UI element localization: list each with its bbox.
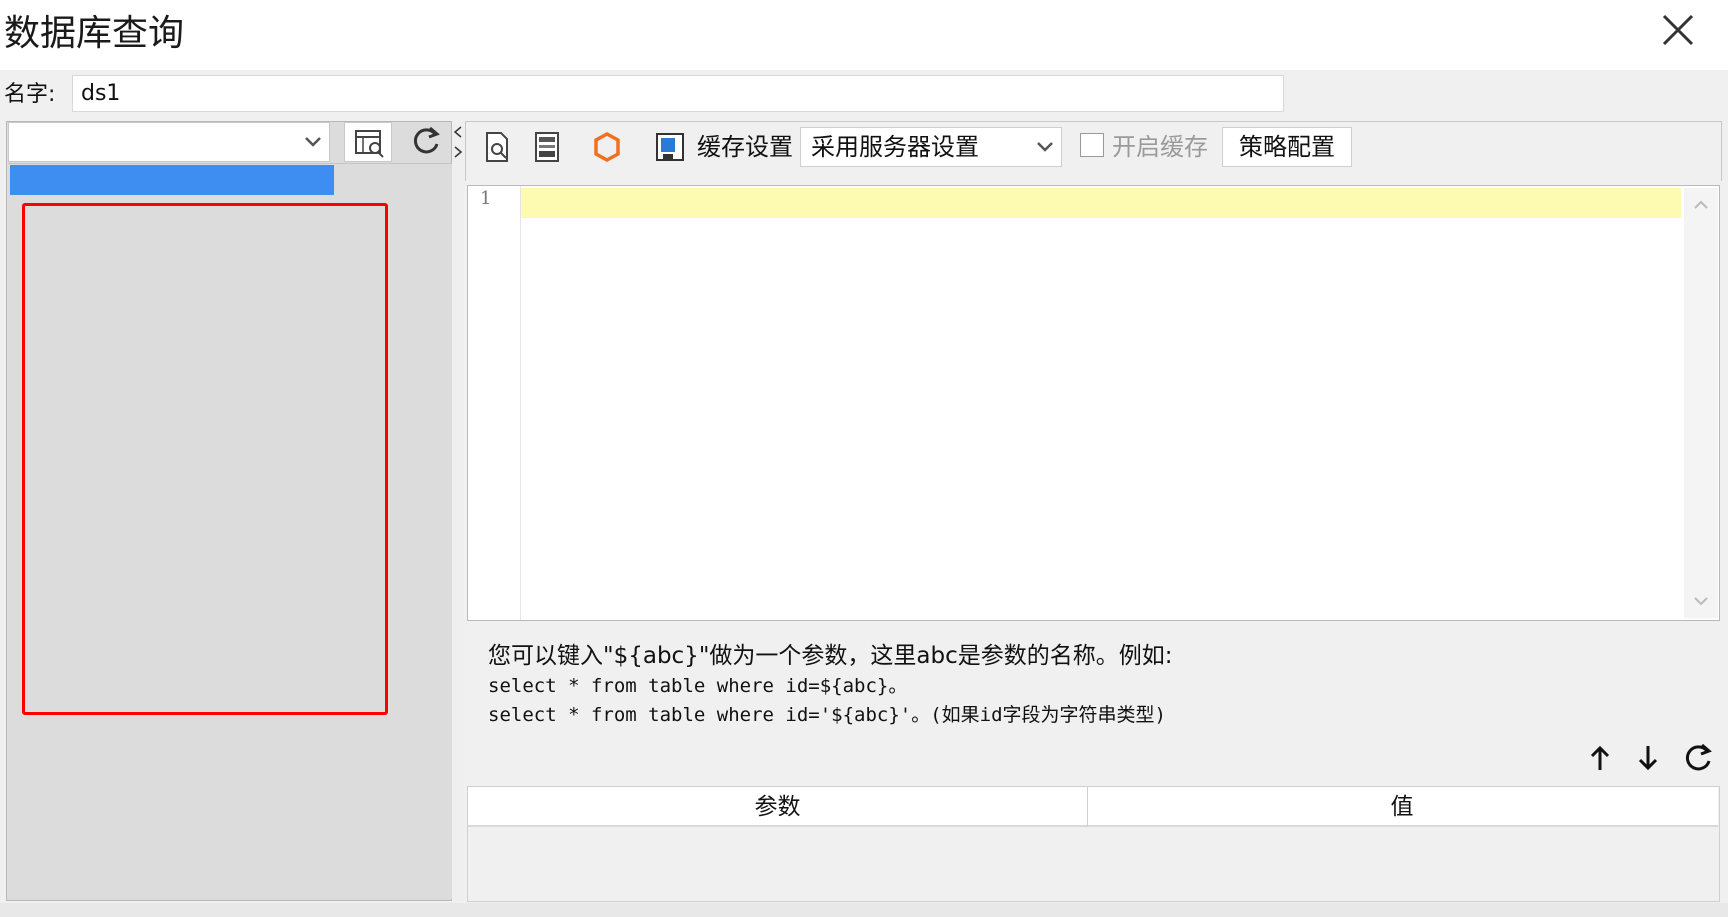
- highlight-box: [22, 203, 388, 715]
- parameter-hint: 您可以键入"${abc}"做为一个参数，这里abc是参数的名称。例如:: [488, 643, 1173, 669]
- chevron-down-icon[interactable]: [1028, 128, 1062, 166]
- arrow-up-icon[interactable]: [1582, 740, 1618, 776]
- save-icon[interactable]: [649, 127, 689, 167]
- title-bar: [0, 0, 1728, 70]
- line-gutter: [468, 186, 521, 620]
- panel-splitter[interactable]: [452, 121, 464, 901]
- enable-cache-label: 开启缓存: [1112, 133, 1208, 161]
- connection-select[interactable]: [8, 122, 330, 162]
- hexagon-icon[interactable]: [587, 127, 627, 167]
- name-input[interactable]: ds1: [72, 75, 1284, 112]
- refresh-button[interactable]: [402, 122, 450, 162]
- chevron-down-icon[interactable]: [296, 122, 330, 162]
- collapse-arrows-icon[interactable]: [452, 124, 464, 160]
- table-preview-icon: [355, 130, 384, 158]
- cache-mode-select[interactable]: 采用服务器设置: [800, 127, 1062, 167]
- window-bottom-edge: [0, 903, 1728, 917]
- scroll-down-icon[interactable]: [1684, 584, 1718, 618]
- cache-settings-label: 缓存设置: [697, 133, 793, 161]
- line-number: 1: [480, 188, 492, 209]
- sql-editor[interactable]: [467, 185, 1720, 621]
- strategy-config-button[interactable]: 策略配置: [1222, 127, 1352, 167]
- tree-selected-item[interactable]: [10, 165, 334, 195]
- hint-example-1: select * from table where id=${abc}。: [488, 675, 908, 697]
- arrow-down-icon[interactable]: [1630, 740, 1666, 776]
- close-icon[interactable]: [1650, 10, 1706, 58]
- sql-file-icon[interactable]: [526, 127, 566, 167]
- preview-icon[interactable]: [476, 127, 516, 167]
- name-label: 名字:: [4, 82, 56, 107]
- current-line-highlight[interactable]: [521, 188, 1681, 218]
- hint-example-2: select * from table where id='${abc}'。(如…: [488, 704, 1166, 726]
- column-header-value[interactable]: 值: [1089, 787, 1715, 827]
- refresh-icon[interactable]: [1678, 740, 1718, 780]
- editor-scrollbar[interactable]: [1684, 188, 1718, 618]
- window-title: 数据库查询: [4, 13, 185, 54]
- table-preview-button[interactable]: [344, 122, 392, 162]
- refresh-icon: [413, 126, 440, 154]
- enable-cache-checkbox[interactable]: [1080, 133, 1104, 157]
- scroll-up-icon[interactable]: [1684, 188, 1718, 222]
- column-header-parameter[interactable]: 参数: [468, 787, 1088, 827]
